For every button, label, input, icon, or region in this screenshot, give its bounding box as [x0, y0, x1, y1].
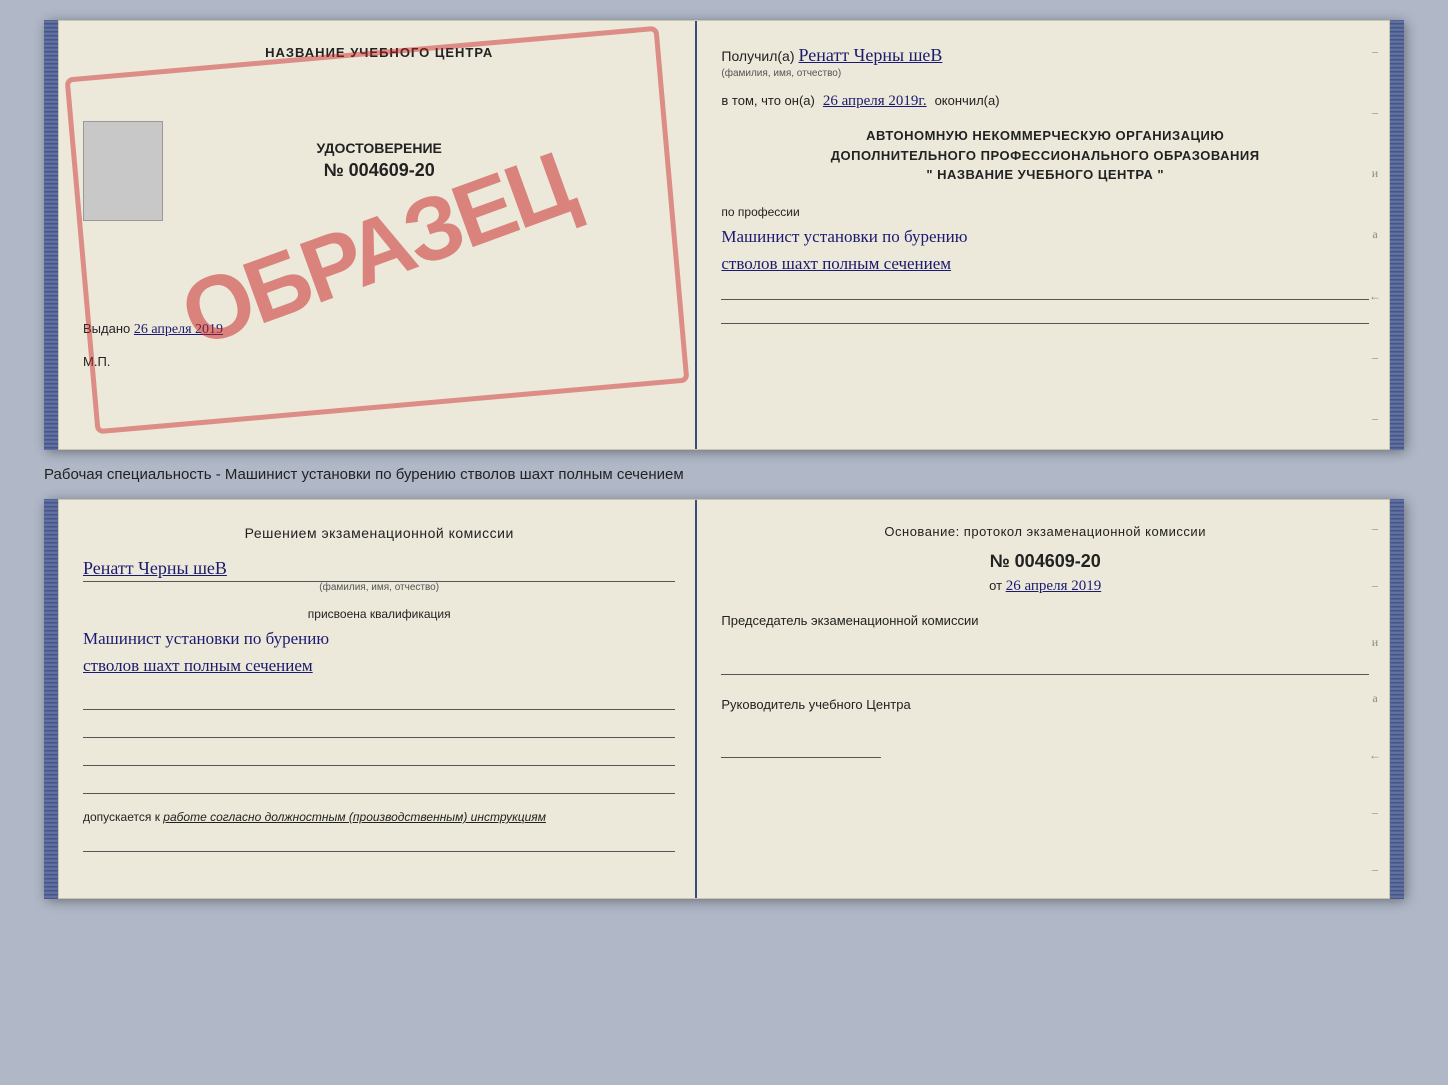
rukovoditel-block: Руководитель учебного Центра [721, 695, 1369, 759]
stamp-overlay: ОБРАЗЕЦ [59, 51, 695, 449]
org-block: АВТОНОМНУЮ НЕКОММЕРЧЕСКУЮ ОРГАНИЗАЦИЮ ДО… [721, 126, 1369, 185]
recipient-name: Ренатт Черны шеВ [799, 45, 943, 66]
top-cert-title: НАЗВАНИЕ УЧЕБНОГО ЦЕНТРА [83, 45, 675, 60]
mp-line: М.П. [83, 354, 675, 369]
dopuskaetsya-label: допускается к [83, 810, 160, 824]
bottom-profession-line2: стволов шахт полным сечением [83, 654, 675, 678]
po-professii-label: по профессии [721, 205, 799, 219]
name-hint: (фамилия, имя, отчество) [721, 68, 841, 79]
bottom-cert-left: Решением экзаменационной комиссии Ренатт… [59, 500, 697, 898]
rukovoditel-label: Руководитель учебного Центра [721, 695, 1369, 715]
ot-label: от [989, 578, 1002, 593]
signature-lines [83, 690, 675, 794]
vtom-line: в том, что он(а) 26 апреля 2019г. окончи… [721, 93, 1369, 110]
vtom-label: в том, что он(а) [721, 93, 814, 108]
completion-date: 26 апреля 2019г. [823, 93, 927, 110]
bottom-name-hint: (фамилия, имя, отчество) [83, 582, 675, 593]
okonchil-label: окончил(а) [935, 93, 1000, 108]
spine-left [44, 20, 58, 450]
vydano-date: 26 апреля 2019 [134, 322, 223, 337]
spine-right [1390, 20, 1404, 450]
underline2 [721, 304, 1369, 324]
resheniyem-label: Решением экзаменационной комиссии [83, 524, 675, 544]
underline1 [721, 280, 1369, 300]
top-certificate: НАЗВАНИЕ УЧЕБНОГО ЦЕНТРА ОБРАЗЕЦ УДОСТОВ… [44, 20, 1404, 450]
udostoverenie-block: УДОСТОВЕРЕНИЕ № 004609-20 [83, 140, 675, 181]
top-cert-right: – – и а ← – – Получил(а) Ренатт Черны ше… [697, 21, 1389, 449]
dopuskaetsya-link: работе согласно должностным (производств… [163, 810, 546, 824]
vydano-line: Выдано 26 апреля 2019 [83, 321, 675, 338]
profession-line2: стволов шахт полным сечением [721, 252, 1369, 276]
org-line2: ДОПОЛНИТЕЛЬНОГО ПРОФЕССИОНАЛЬНОГО ОБРАЗО… [721, 146, 1369, 166]
predsedatel-block: Председатель экзаменационной комиссии [721, 611, 1369, 675]
specialty-label: Рабочая специальность - Машинист установ… [44, 464, 1404, 485]
vydano-label: Выдано [83, 321, 130, 336]
bottom-certificate: Решением экзаменационной комиссии Ренатт… [44, 499, 1404, 899]
dopuskaetsya-block: допускается к работе согласно должностны… [83, 810, 675, 824]
udostoverenie-title: УДОСТОВЕРЕНИЕ [83, 140, 675, 156]
protocol-number: № 004609-20 [721, 551, 1369, 572]
ot-date-line: от 26 апреля 2019 [721, 578, 1369, 595]
bottom-spine-left [44, 499, 58, 899]
bottom-name-block: Ренатт Черны шеВ (фамилия, имя, отчество… [83, 558, 675, 593]
poluchil-line: Получил(а) Ренатт Черны шеВ (фамилия, им… [721, 45, 1369, 79]
stamp-border [65, 26, 690, 435]
side-dashes: – – и а ← – – [1369, 21, 1381, 449]
bottom-profession-block: Машинист установки по бурению стволов ша… [83, 627, 675, 679]
poluchil-label: Получил(а) [721, 48, 794, 64]
osnovanie-label: Основание: протокол экзаменационной коми… [721, 524, 1369, 539]
bottom-side-dashes: – – и а ← – – [1369, 500, 1381, 898]
protocol-date: 26 апреля 2019 [1006, 578, 1102, 594]
profession-line1: Машинист установки по бурению [721, 225, 1369, 249]
bottom-cert-right: – – и а ← – – Основание: протокол экзаме… [697, 500, 1389, 898]
org-line3: " НАЗВАНИЕ УЧЕБНОГО ЦЕНТРА " [721, 165, 1369, 185]
predsedatel-label: Председатель экзаменационной комиссии [721, 611, 1369, 631]
profession-block: по профессии Машинист установки по бурен… [721, 203, 1369, 325]
org-line1: АВТОНОМНУЮ НЕКОММЕРЧЕСКУЮ ОРГАНИЗАЦИЮ [721, 126, 1369, 146]
top-cert-left: НАЗВАНИЕ УЧЕБНОГО ЦЕНТРА ОБРАЗЕЦ УДОСТОВ… [59, 21, 697, 449]
bottom-spine-right [1390, 499, 1404, 899]
prisvoena-label: присвоена квалификация [83, 607, 675, 621]
bottom-profession-line1: Машинист установки по бурению [83, 627, 675, 651]
cert-number: № 004609-20 [83, 160, 675, 181]
bottom-recipient-name: Ренатт Черны шеВ [83, 558, 227, 578]
